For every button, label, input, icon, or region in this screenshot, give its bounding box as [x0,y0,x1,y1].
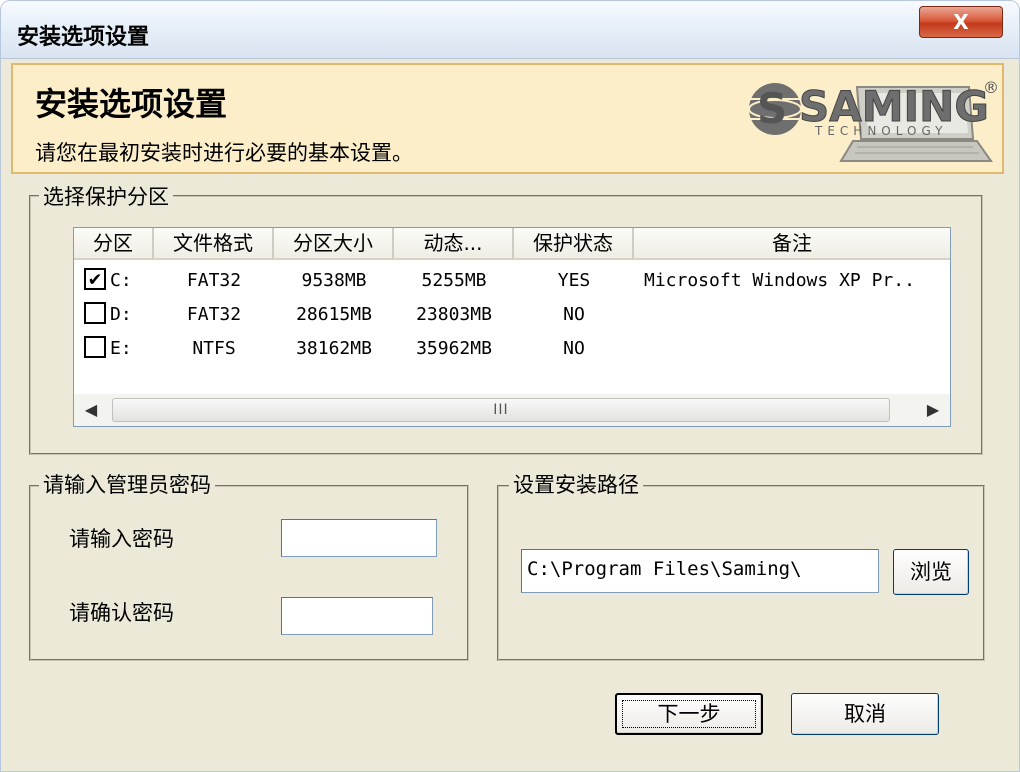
header-title: 安装选项设置 [35,85,228,123]
close-icon: X [953,10,969,34]
partition-name: D: [110,304,132,325]
browse-button[interactable]: 浏览 [893,549,969,595]
dynamic-cell: 23803MB [416,304,492,325]
logo-subtext: TECHNOLOGY [814,124,947,138]
size-cell: 28615MB [296,304,372,325]
password-label: 请输入密码 [69,527,174,551]
focus-rect [622,700,756,728]
partition-name: E: [110,338,132,359]
note-cell [634,298,950,332]
partition-name: C: [110,270,132,291]
note-cell: Microsoft Windows XP Pr.. [644,270,915,291]
column-header-dynamic[interactable]: 动态... [394,228,514,260]
table-row[interactable]: ✔ C: FAT32 9538MB 5255MB YES Microsoft Wi… [74,264,950,298]
next-button[interactable]: 下一步 [615,693,763,735]
size-cell: 9538MB [301,270,367,291]
note-cell [634,332,950,366]
scroll-right-icon[interactable]: ▶ [916,394,950,426]
column-header-filesystem[interactable]: 文件格式 [154,228,274,260]
partition-checkbox[interactable]: ✔ [84,268,106,290]
confirm-password-field[interactable] [281,597,433,635]
window-title: 安装选项设置 [17,25,150,50]
install-path-group-label: 设置安装路径 [509,469,643,499]
close-button[interactable]: X [919,6,1003,38]
filesystem-cell: FAT32 [186,304,242,325]
status-cell: NO [563,338,585,359]
dynamic-cell: 35962MB [416,338,492,359]
column-header-status[interactable]: 保护状态 [514,228,634,260]
column-header-note[interactable]: 备注 [634,228,950,260]
install-options-dialog: 安装选项设置 X 安装选项设置 请您在最初安装时进行必要的基本设置。 S SAM… [0,0,1020,772]
dynamic-cell: 5255MB [421,270,487,291]
size-cell: 38162MB [296,338,372,359]
install-path-input[interactable]: C:\Program Files\Saming\ [521,549,879,593]
column-header-size[interactable]: 分区大小 [274,228,394,260]
scroll-thumb[interactable]: III [112,398,890,422]
partition-list-header: 分区 文件格式 分区大小 动态... 保护状态 备注 [74,228,950,260]
title-bar[interactable]: 安装选项设置 X [1,1,1019,59]
filesystem-cell: NTFS [192,338,236,359]
column-header-partition[interactable]: 分区 [74,228,154,260]
saming-logo: S SAMING TECHNOLOGY ® [748,78,999,162]
registered-mark: ® [983,78,999,97]
password-field[interactable] [281,519,437,557]
status-cell: YES [557,270,591,291]
header-subtitle: 请您在最初安装时进行必要的基本设置。 [35,141,413,165]
horizontal-scrollbar[interactable]: ◀ III ▶ [74,394,950,426]
status-cell: NO [563,304,585,325]
partition-group-label: 选择保护分区 [39,181,173,211]
scroll-left-icon[interactable]: ◀ [74,394,108,426]
partition-checkbox[interactable] [84,336,106,358]
confirm-password-label: 请确认密码 [69,601,174,625]
partition-list[interactable]: 分区 文件格式 分区大小 动态... 保护状态 备注 ✔ C: FAT32 953… [73,227,951,427]
header-banner: 安装选项设置 请您在最初安装时进行必要的基本设置。 S SAMING TECHN… [11,63,1004,174]
password-group-label: 请输入管理员密码 [39,469,215,499]
table-row[interactable]: D: FAT32 28615MB 23803MB NO [74,298,950,332]
filesystem-cell: FAT32 [186,270,242,291]
partition-checkbox[interactable] [84,302,106,324]
cancel-button[interactable]: 取消 [791,693,939,735]
svg-text:S: S [757,84,787,133]
table-row[interactable]: E: NTFS 38162MB 35962MB NO [74,332,950,366]
